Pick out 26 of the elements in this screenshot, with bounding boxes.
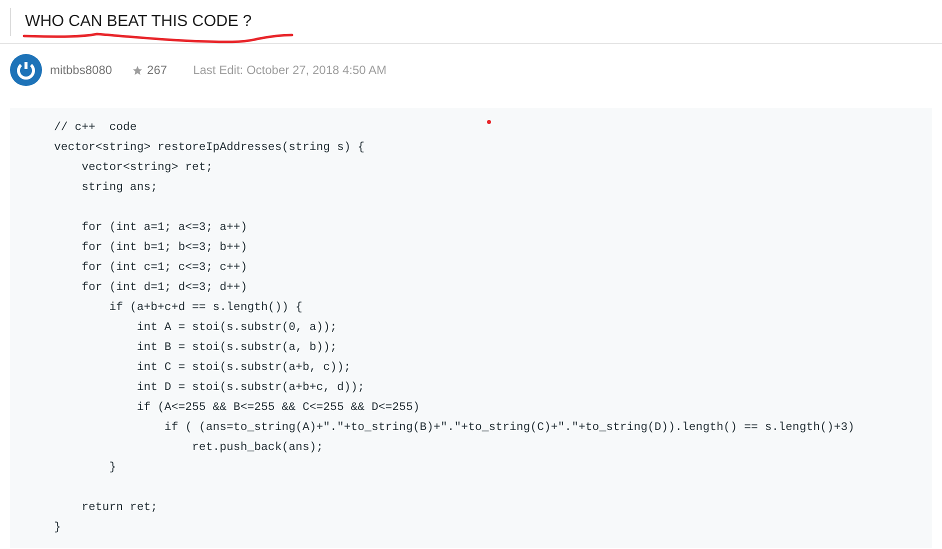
code-line: vector<string> restoreIpAddresses(string s) {	[54, 140, 365, 156]
star-icon	[132, 64, 144, 76]
dot-mark	[487, 120, 491, 124]
code-line: }	[108, 460, 116, 476]
last-edit-date: Last Edit: October 27, 2018 4:50 AM	[193, 62, 387, 79]
code-line: int D = stoi(s.substr(a+b+c, d));	[136, 380, 365, 396]
code-line: for (int c=1; c<=3; c++)	[80, 260, 248, 276]
code-line: if (a+b+c+d == s.length()) {	[108, 300, 302, 316]
code-line: if (A<=255 && B<=255 && C<=255 && D<=255)	[136, 400, 420, 416]
reputation-count: 267	[147, 62, 168, 79]
post-title: WHO CAN BEAT THIS CODE ?	[25, 12, 252, 32]
author-name[interactable]: mitbbs8080	[50, 61, 112, 79]
code-line: for (int d=1; d<=3; d++)	[80, 280, 248, 296]
avatar-icon[interactable]	[10, 54, 42, 86]
code-line: if ( (ans=to_string(A)+"."+to_string(B)+"."+to_string(C)+"."+to_string(D)).length() == s.length()+3)	[163, 420, 855, 436]
code-line: string ans;	[80, 180, 158, 196]
code-line: int B = stoi(s.substr(a, b));	[136, 340, 337, 356]
code-line: // c++ code	[54, 120, 137, 136]
code-line: ret.push_back(ans);	[191, 440, 324, 456]
code-line: int C = stoi(s.substr(a+b, c));	[136, 360, 351, 376]
code-line: for (int b=1; b<=3; b++)	[80, 240, 248, 256]
code-line: int A = stoi(s.substr(0, a));	[136, 320, 337, 336]
code-line: return ret;	[80, 500, 158, 516]
code-line: vector<string> ret;	[80, 160, 213, 176]
code-line: }	[54, 520, 61, 536]
code-line: for (int a=1; a<=3; a++)	[80, 220, 248, 236]
